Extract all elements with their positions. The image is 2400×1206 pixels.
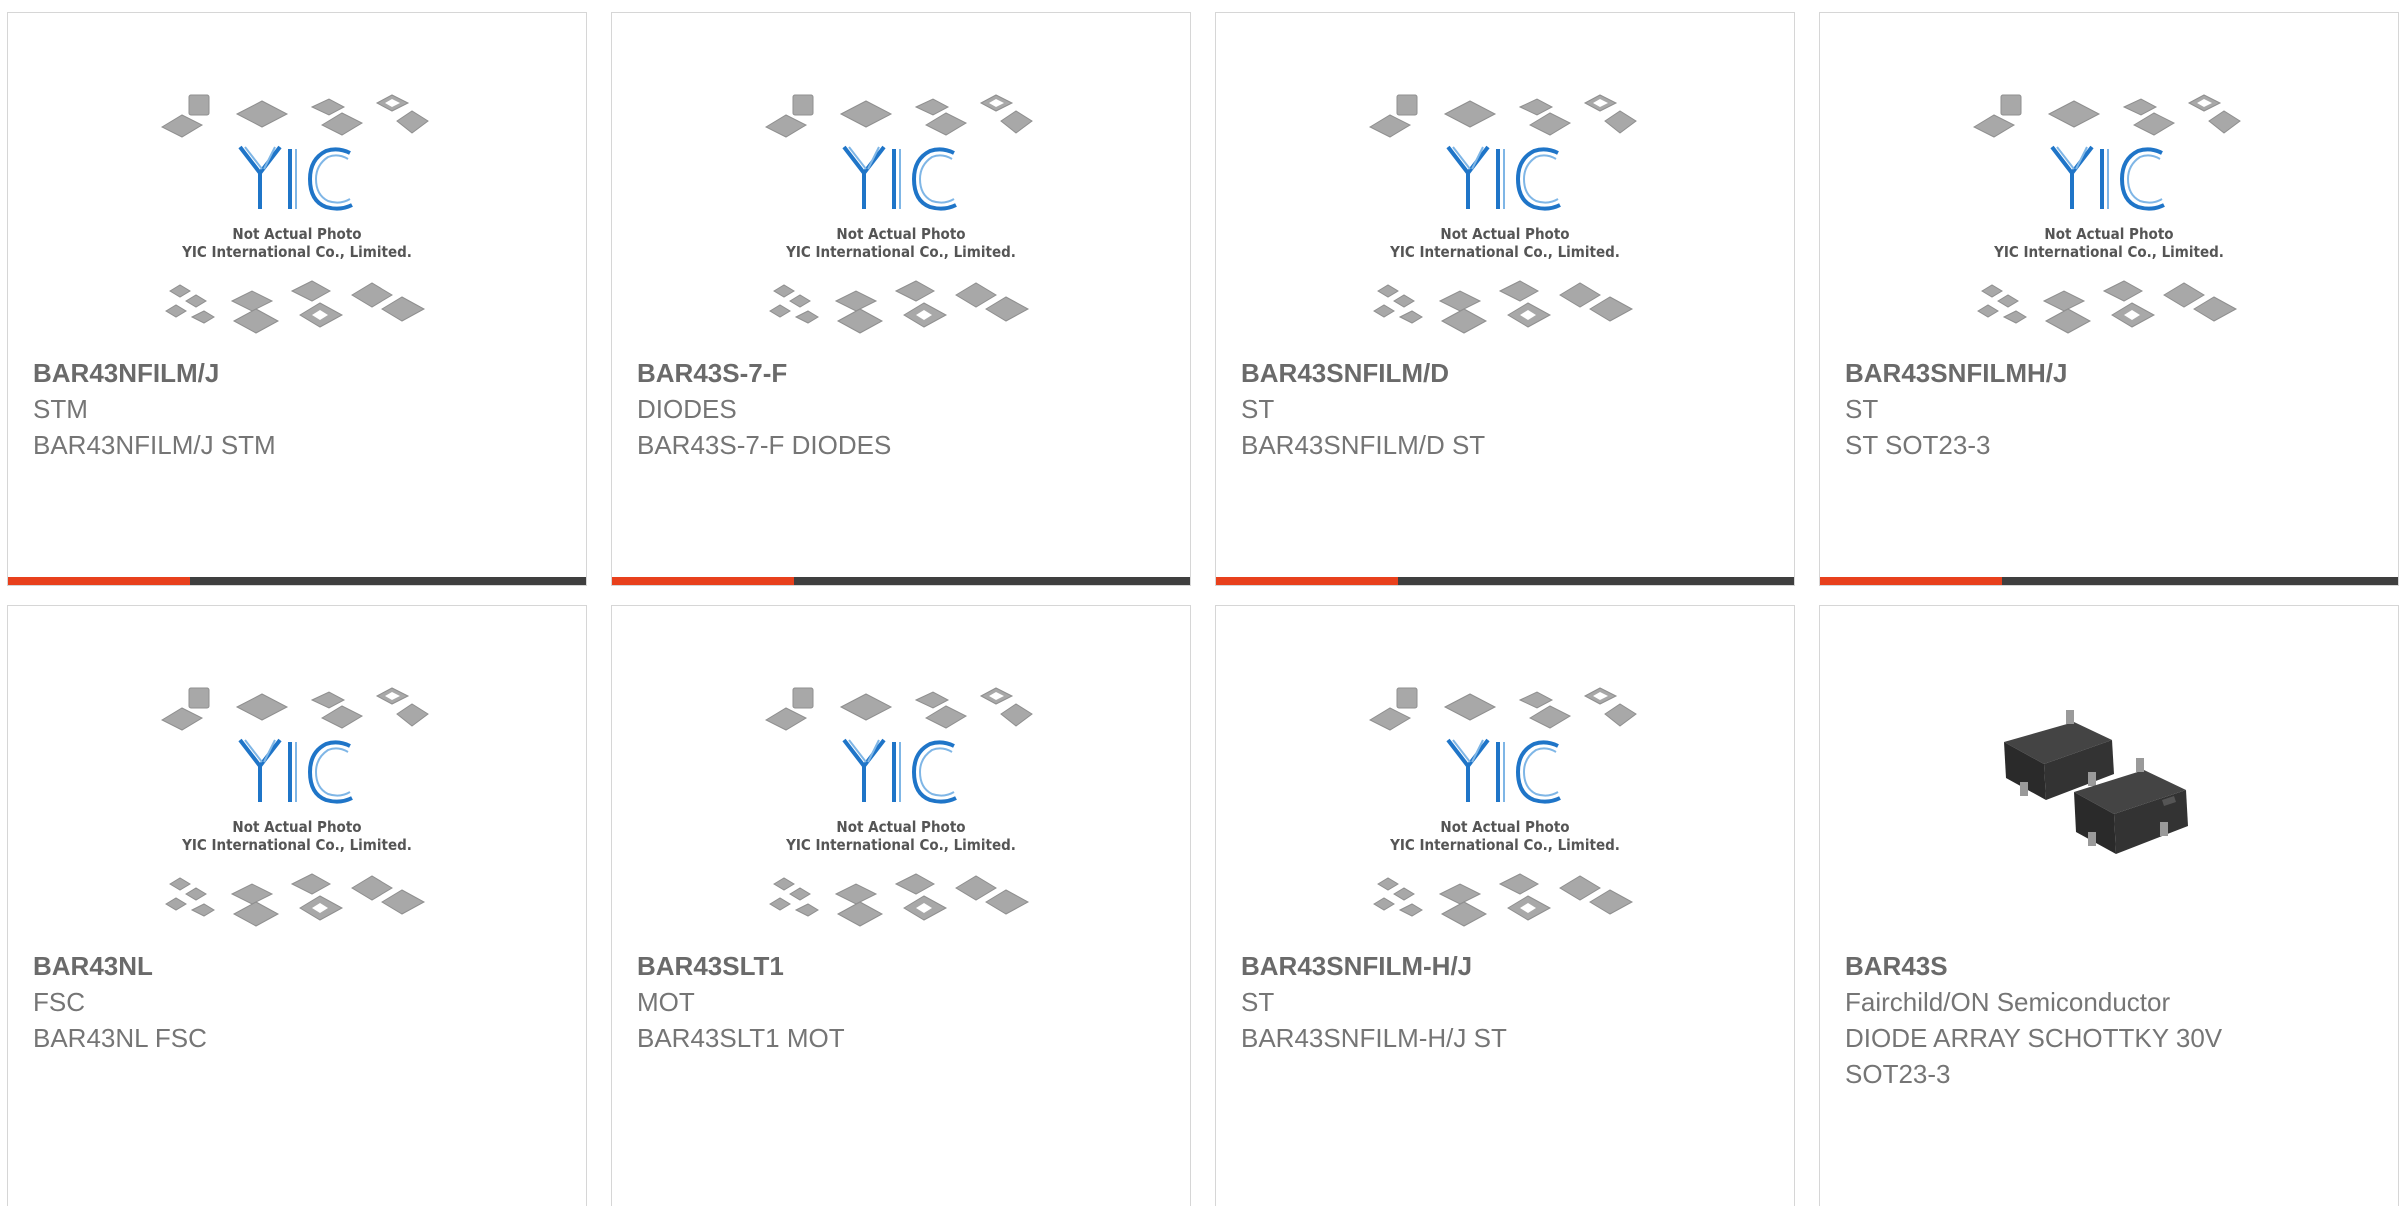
- placeholder-note-line2: YIC International Co., Limited.: [181, 243, 412, 261]
- placeholder-note-line2: YIC International Co., Limited.: [1993, 243, 2224, 261]
- product-description: ST SOT23-3: [1845, 430, 1991, 460]
- product-info: BAR43SNFILM/D ST BAR43SNFILM/D ST: [1241, 355, 1774, 463]
- product-part-number[interactable]: BAR43S: [1845, 948, 2378, 984]
- product-card[interactable]: Not Actual Photo YIC International Co., L…: [1215, 12, 1795, 586]
- card-accent-stripe: [1820, 577, 2002, 585]
- placeholder-note-line1: Not Actual Photo: [1440, 225, 1569, 243]
- product-card[interactable]: Not Actual Photo YIC International Co., L…: [7, 605, 587, 1206]
- placeholder-note-line1: Not Actual Photo: [2044, 225, 2173, 243]
- placeholder-note-line2: YIC International Co., Limited.: [1389, 836, 1620, 854]
- product-brand: DIODES: [637, 394, 737, 424]
- product-card[interactable]: Not Actual Photo YIC International Co., L…: [611, 12, 1191, 586]
- card-accent-stripe: [612, 577, 794, 585]
- placeholder-note-line1: Not Actual Photo: [836, 818, 965, 836]
- product-image[interactable]: Not Actual Photo YIC International Co., L…: [1216, 682, 1794, 952]
- product-part-number[interactable]: BAR43S-7-F: [637, 355, 1170, 391]
- placeholder-logo-image: Not Actual PhotoYIC International Co., L…: [1368, 687, 1637, 927]
- product-part-number[interactable]: BAR43SNFILM/D: [1241, 355, 1774, 391]
- product-description: DIODE ARRAY SCHOTTKY 30V: [1845, 1023, 2223, 1053]
- placeholder-note-line2: YIC International Co., Limited.: [785, 243, 1016, 261]
- product-image[interactable]: Not Actual Photo YIC International Co., L…: [1216, 89, 1794, 359]
- product-info: BAR43SNFILMH/J ST ST SOT23-3: [1845, 355, 2378, 463]
- product-card[interactable]: Not Actual Photo YIC International Co., L…: [1819, 12, 2399, 586]
- product-grid: Not Actual Photo YIC International Co., L…: [7, 12, 2399, 1206]
- product-part-number[interactable]: BAR43NFILM/J: [33, 355, 566, 391]
- product-image[interactable]: Not Actual Photo YIC International Co., L…: [8, 682, 586, 952]
- product-info: BAR43SLT1 MOT BAR43SLT1 MOT: [637, 948, 1170, 1056]
- product-description: BAR43SNFILM-H/J ST: [1241, 1023, 1507, 1053]
- product-description: BAR43SLT1 MOT: [637, 1023, 845, 1053]
- placeholder-logo-image: Not Actual PhotoYIC International Co., L…: [160, 687, 429, 927]
- product-brand: ST: [1241, 987, 1275, 1017]
- placeholder-logo-image: Not Actual PhotoYIC International Co., L…: [160, 94, 429, 334]
- product-card[interactable]: BAR43S Fairchild/ON Semiconductor DIODE AR…: [1819, 605, 2399, 1206]
- placeholder-note-line1: Not Actual Photo: [232, 818, 361, 836]
- product-info: BAR43SNFILM-H/J ST BAR43SNFILM-H/J ST: [1241, 948, 1774, 1056]
- placeholder-note-line2: YIC International Co., Limited.: [785, 836, 1016, 854]
- placeholder-logo-image: Not Actual PhotoYIC International Co., L…: [764, 687, 1033, 927]
- product-info: BAR43NL FSC BAR43NL FSC: [33, 948, 566, 1056]
- product-card[interactable]: Not Actual Photo YIC International Co., L…: [611, 605, 1191, 1206]
- product-image[interactable]: Not Actual Photo YIC International Co., L…: [8, 89, 586, 359]
- card-bottom-bar: [1216, 577, 1794, 585]
- product-part-number[interactable]: BAR43SLT1: [637, 948, 1170, 984]
- product-brand: ST: [1241, 394, 1275, 424]
- product-description: BAR43NL FSC: [33, 1023, 207, 1053]
- product-brand: Fairchild/ON Semiconductor: [1845, 987, 2171, 1017]
- product-info: BAR43NFILM/J STM BAR43NFILM/J STM: [33, 355, 566, 463]
- product-card[interactable]: Not Actual Photo YIC International Co., L…: [7, 12, 587, 586]
- product-image[interactable]: [1820, 682, 2398, 952]
- placeholder-note-line2: YIC International Co., Limited.: [181, 836, 412, 854]
- product-part-number[interactable]: BAR43SNFILM-H/J: [1241, 948, 1774, 984]
- placeholder-logo-image: Not Actual PhotoYIC International Co., L…: [1368, 94, 1637, 334]
- product-description: BAR43NFILM/J STM: [33, 430, 276, 460]
- placeholder-note-line2: YIC International Co., Limited.: [1389, 243, 1620, 261]
- product-info: BAR43S Fairchild/ON Semiconductor DIODE AR…: [1845, 948, 2378, 1092]
- product-brand: MOT: [637, 987, 695, 1017]
- placeholder-note-line1: Not Actual Photo: [232, 225, 361, 243]
- card-accent-stripe: [1216, 577, 1398, 585]
- card-bottom-bar: [612, 577, 1190, 585]
- product-info: BAR43S-7-F DIODES BAR43S-7-F DIODES: [637, 355, 1170, 463]
- product-description: BAR43SNFILM/D ST: [1241, 430, 1486, 460]
- product-brand: STM: [33, 394, 88, 424]
- product-brand: ST: [1845, 394, 1879, 424]
- product-brand: FSC: [33, 987, 85, 1017]
- placeholder-logo-image: Not Actual PhotoYIC International Co., L…: [764, 94, 1033, 334]
- card-bottom-bar: [8, 577, 586, 585]
- card-bottom-bar: [1820, 577, 2398, 585]
- card-accent-stripe: [8, 577, 190, 585]
- product-part-number[interactable]: BAR43NL: [33, 948, 566, 984]
- product-image[interactable]: Not Actual Photo YIC International Co., L…: [1820, 89, 2398, 359]
- product-image[interactable]: Not Actual Photo YIC International Co., L…: [612, 89, 1190, 359]
- product-card[interactable]: Not Actual Photo YIC International Co., L…: [1215, 605, 1795, 1206]
- sot23-package-photo: [2004, 710, 2188, 854]
- product-description-cont: SOT23-3: [1845, 1059, 1951, 1089]
- product-description: BAR43S-7-F DIODES: [637, 430, 892, 460]
- product-image[interactable]: Not Actual Photo YIC International Co., L…: [612, 682, 1190, 952]
- placeholder-logo-image: Not Actual PhotoYIC International Co., L…: [1972, 94, 2241, 334]
- placeholder-note-line1: Not Actual Photo: [1440, 818, 1569, 836]
- placeholder-note-line1: Not Actual Photo: [836, 225, 965, 243]
- product-part-number[interactable]: BAR43SNFILMH/J: [1845, 355, 2378, 391]
